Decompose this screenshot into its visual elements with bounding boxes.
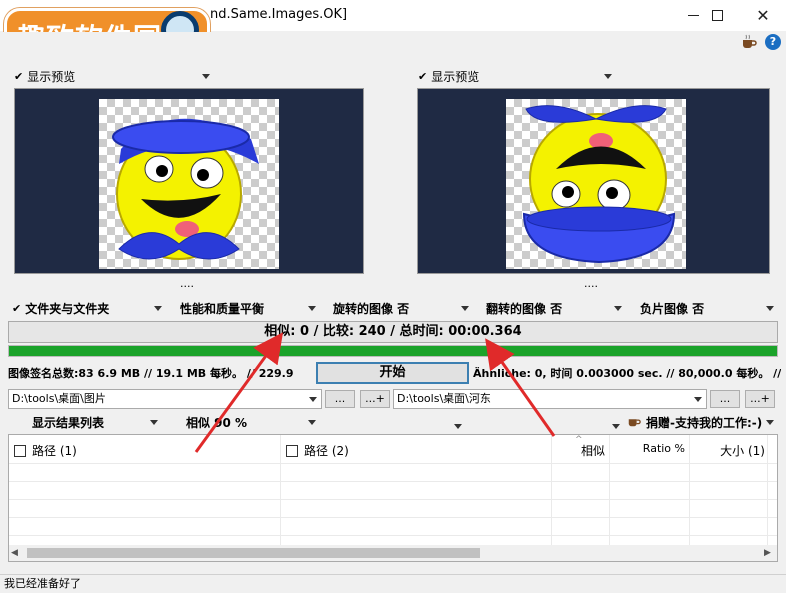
column-ratio[interactable]: Ratio % [617,442,685,455]
preview-right-dots: .... [584,277,598,290]
chevron-down-icon [614,305,622,311]
rotated-dropdown[interactable]: 旋转的图像 否 [333,299,469,317]
preview-right-pane [417,88,770,274]
folder-mode-dropdown[interactable]: ✔ 文件夹与文件夹 [12,299,162,317]
coffee-icon [626,414,642,431]
status-summary: 相似: 0 / 比较: 240 / 总时间: 00:00.364 [8,321,778,343]
chevron-down-icon [308,305,316,311]
chevron-down-icon [694,397,702,402]
preview-right-label: 显示预览 [431,69,480,84]
progress-bar [8,345,778,357]
chevron-down-icon [150,419,158,425]
flipped-dropdown[interactable]: 翻转的图像 否 [486,299,622,317]
help-icon[interactable]: ? [765,34,781,50]
donate-dropdown[interactable]: 捐赠-支持我的工作:-) [626,413,774,431]
status-bar: 我已经准备好了 [0,574,786,593]
show-results-dropdown[interactable]: 显示结果列表 [32,413,158,431]
folder-mode-label: 文件夹与文件夹 [25,301,110,316]
similarity-dropdown[interactable]: 相似 90 % [186,413,316,431]
preview-left-toggle[interactable]: ✔ 显示预览 [14,67,210,85]
chevron-down-icon [308,419,316,425]
close-button[interactable]: ✕ [740,0,786,30]
preview-right-image [506,99,686,269]
show-results-label: 显示结果列表 [32,415,105,430]
chevron-down-icon [309,397,317,402]
negative-label: 负片图像 否 [640,301,705,316]
browse-left-button[interactable]: ... [325,390,355,408]
sort-indicator-icon: ^ [575,435,583,445]
start-button[interactable]: 开始 [316,362,469,384]
preview-right-toggle[interactable]: ✔ 显示预览 [418,67,612,85]
stats-right: Ähnliche: 0, 时间 0.003000 sec. // 80,000.… [473,367,781,380]
rotated-label: 旋转的图像 否 [333,301,410,316]
progress-fill [9,346,777,356]
stats-left: 图像签名总数:83 6.9 MB // 19.1 MB 每秒。 // 229.9 [8,367,294,380]
preview-left-dots: .... [180,277,194,290]
scroll-right-icon[interactable]: ▶ [764,548,771,558]
negative-dropdown[interactable]: 负片图像 否 [640,299,774,317]
preview-left-label: 显示预览 [27,69,76,84]
add-left-button[interactable]: ...+ [360,390,390,408]
select-all-checkbox[interactable] [286,445,298,457]
path-right-combo[interactable]: D:\tools\桌面\河东 [393,389,707,409]
perf-quality-label: 性能和质量平衡 [180,301,265,316]
chevron-down-icon [604,73,612,79]
column-path-2[interactable]: 路径 (2) [286,442,349,459]
chevron-down-icon [766,305,774,311]
scroll-left-icon[interactable]: ◀ [11,548,18,558]
preview-left-image [99,99,279,269]
chevron-down-icon [154,305,162,311]
horizontal-scrollbar[interactable]: ◀ ▶ [9,545,777,561]
select-all-checkbox[interactable] [14,445,26,457]
add-right-button[interactable]: ...+ [745,390,775,408]
column-size-1[interactable]: 大小 (1) [689,442,765,459]
check-icon: ✔ [14,69,24,83]
check-icon: ✔ [12,301,22,315]
status-bar-text: 我已经准备好了 [4,577,81,590]
flipped-label: 翻转的图像 否 [486,301,563,316]
browse-right-button[interactable]: ... [710,390,740,408]
chevron-down-icon[interactable] [454,418,462,432]
column-path-1[interactable]: 路径 (1) [14,442,77,459]
maximize-button[interactable] [694,0,740,30]
perf-quality-dropdown[interactable]: 性能和质量平衡 [180,299,316,317]
path-left-value: D:\tools\桌面\图片 [12,392,106,405]
column-similarity[interactable]: 相似 [581,442,605,459]
chevron-down-icon [766,419,774,425]
donate-label: 捐赠-支持我的工作:-) [646,415,763,430]
results-table[interactable]: 路径 (1) 路径 (2) 相似 Ratio % 大小 (1) ^ ◀ ▶ [8,434,778,562]
chevron-down-icon [202,73,210,79]
window-title: nd.Same.Images.OK] [210,7,348,22]
chevron-down-icon [461,305,469,311]
check-icon: ✔ [418,69,428,83]
similarity-label: 相似 90 % [186,415,248,430]
chevron-down-icon[interactable] [612,418,620,432]
preview-left-pane [14,88,364,274]
scrollbar-thumb[interactable] [27,548,480,558]
path-right-value: D:\tools\桌面\河东 [397,392,491,405]
path-left-combo[interactable]: D:\tools\桌面\图片 [8,389,322,409]
coffee-icon[interactable] [740,34,758,50]
